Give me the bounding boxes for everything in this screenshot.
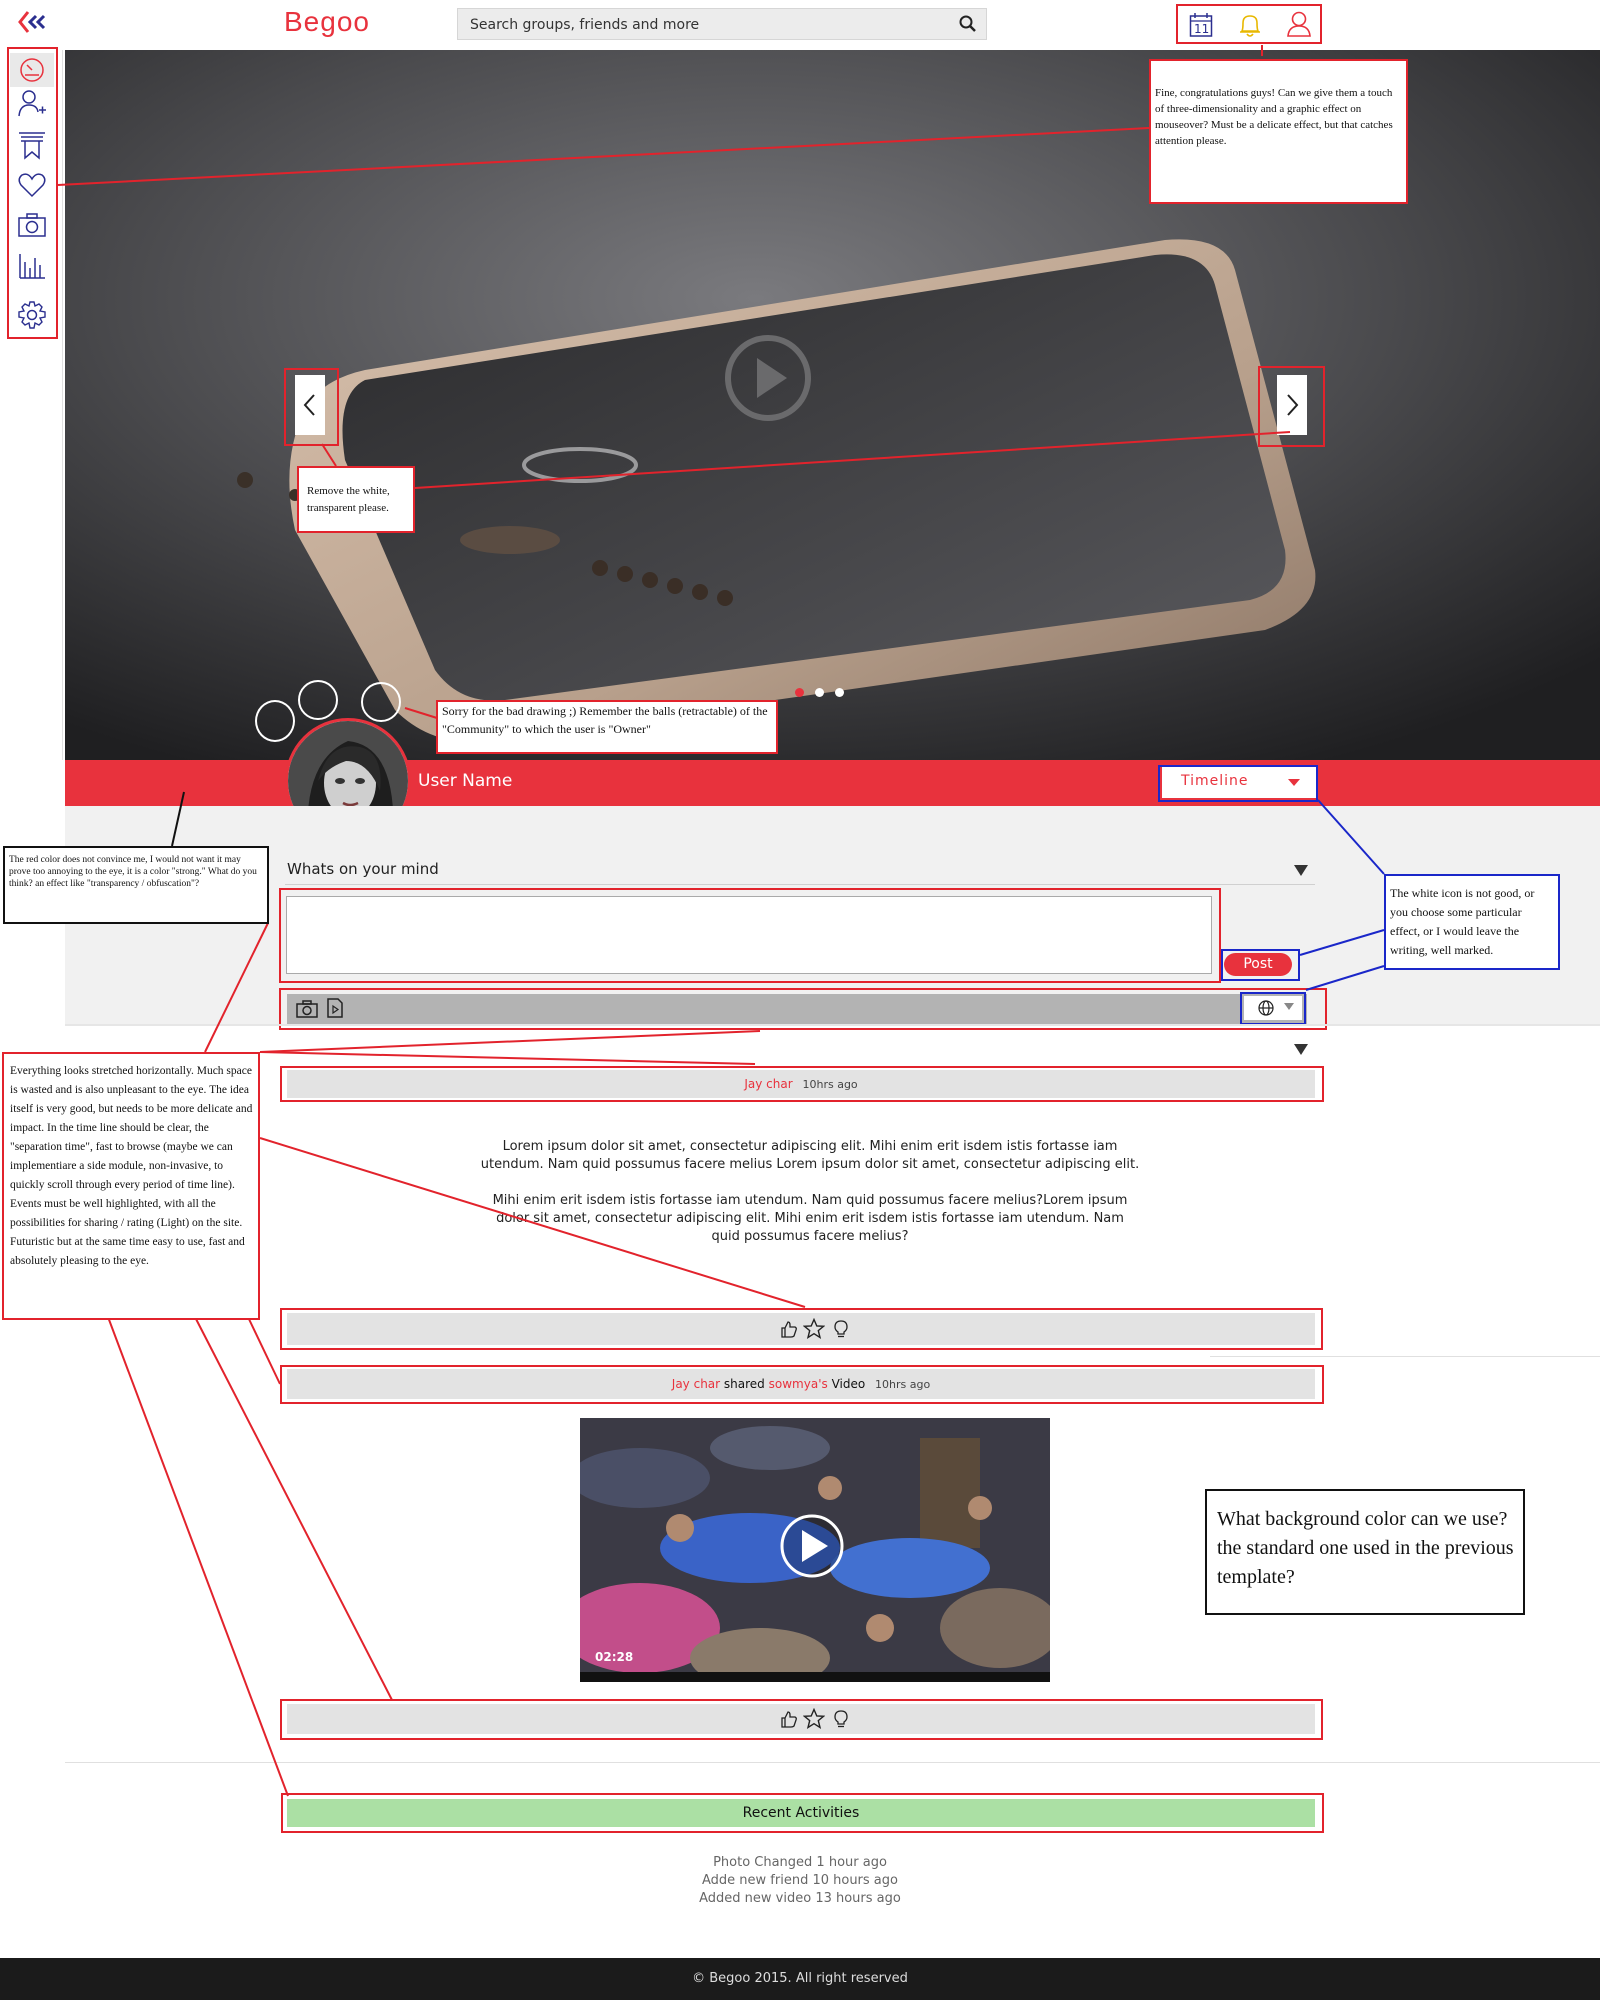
annotation-note-white-icon: The white icon is not good, or you choos…: [1384, 874, 1560, 970]
annotation-note-stretched: Everything looks stretched horizontally.…: [2, 1052, 260, 1320]
annotation-note-header-icons: Fine, congratulations guys! Can we give …: [1149, 59, 1408, 204]
annotation-note-arrows: Remove the white, transparent please.: [297, 466, 415, 533]
annotation-lines: [57, 45, 1385, 1797]
annotation-note-background: What background color can we use? the st…: [1205, 1489, 1525, 1615]
annotation-note-balls: Sorry for the bad drawing ;) Remember th…: [436, 700, 778, 754]
annotation-note-red-color: The red color does not convince me, I wo…: [3, 846, 269, 924]
